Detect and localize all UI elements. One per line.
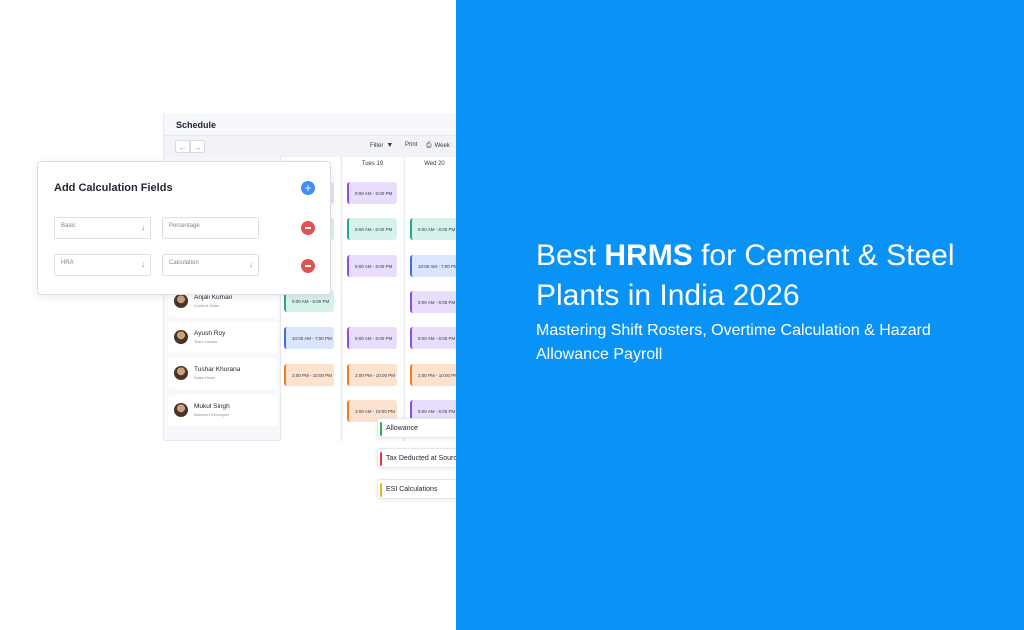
arrow-down-icon: ↓ xyxy=(141,223,145,232)
filter-button[interactable]: Filter ▼ xyxy=(370,142,393,149)
field-select-value: HRA xyxy=(61,260,74,266)
week-button[interactable]: ⎙ Week xyxy=(426,142,450,150)
employee-name: Anjali Kumari xyxy=(194,294,233,301)
field-select-value: Basic xyxy=(61,223,76,229)
shift-block[interactable]: 9:00 AM - 6:00 PM xyxy=(347,327,397,349)
shift-block[interactable]: 2:00 PM - 10:00 PM xyxy=(284,364,334,386)
add-field-button[interactable]: + xyxy=(301,181,315,195)
shift-block[interactable]: 9:00 AM - 6:00 PM xyxy=(410,291,458,313)
calculation-fields-card: Add Calculation Fields + Basic ↓ Percent… xyxy=(37,161,331,295)
remove-field-button[interactable] xyxy=(301,259,315,273)
next-arrow-icon[interactable]: → xyxy=(190,140,205,153)
employee-name: Ayush Roy xyxy=(194,330,226,337)
print-button[interactable]: Print xyxy=(405,142,417,148)
headline-bold: HRMS xyxy=(604,239,693,272)
tag-label: Allowance xyxy=(386,424,418,432)
shift-block[interactable]: 2:00 PM - 10:00 PM xyxy=(347,364,397,386)
shift-block[interactable]: 9:00 AM - 6:00 PM xyxy=(347,182,397,204)
printer-icon: ⎙ xyxy=(426,142,432,149)
avatar xyxy=(174,366,188,380)
shift-block[interactable]: 2:00 PM - 10:00 PM xyxy=(410,364,458,386)
card-title: Add Calculation Fields xyxy=(54,182,173,194)
employee-role: Backend Developer xyxy=(194,412,229,417)
prev-arrow-icon[interactable]: ← xyxy=(175,140,190,153)
type-select[interactable]: Calculation ↓ xyxy=(162,254,259,276)
tag-color-bar xyxy=(380,483,382,497)
employee-name: Tushar Khurana xyxy=(194,366,241,373)
employee-role: Content Writer xyxy=(194,303,220,308)
employee-role: Sales Head xyxy=(194,375,215,380)
illustration-area: Schedule ← → Filter ▼ Print ⎙ Week Tues … xyxy=(0,0,484,630)
shift-block[interactable]: 10:00 AM - 7:00 PM xyxy=(410,255,458,277)
employee-name: Mukul Singh xyxy=(194,403,230,410)
shift-block[interactable]: 9:00 AM - 6:00 PM xyxy=(347,218,397,240)
shift-block[interactable]: 9:00 AM - 6:00 PM xyxy=(347,255,397,277)
tag-label: ESI Calculations xyxy=(386,485,438,493)
tag-color-bar xyxy=(380,422,382,436)
employee-role: Team Leader xyxy=(194,339,218,344)
type-select-value: Calculation xyxy=(169,260,199,266)
employee-row[interactable]: Ayush Roy Team Leader xyxy=(168,322,278,353)
type-select[interactable]: Percentage xyxy=(162,217,259,239)
avatar xyxy=(174,330,188,344)
print-label: Print xyxy=(405,142,418,148)
employee-row[interactable]: Mukul Singh Backend Developer xyxy=(168,395,278,426)
avatar xyxy=(174,294,188,308)
shift-block[interactable]: 10:00 AM - 7:00 PM xyxy=(284,327,334,349)
shift-block[interactable]: 9:00 AM - 6:00 PM xyxy=(410,327,458,349)
headline-pre: Best xyxy=(536,239,605,272)
schedule-title: Schedule xyxy=(176,120,217,130)
filter-label: Filter xyxy=(370,142,384,149)
shift-block[interactable]: 9:00 AM - 6:00 PM xyxy=(410,218,458,240)
day-label-tues: Tues 19 xyxy=(361,161,384,167)
field-select[interactable]: HRA ↓ xyxy=(54,254,151,276)
tag-label: Tax Deducted at Source xyxy=(386,454,461,462)
employee-row[interactable]: Tushar Khurana Sales Head xyxy=(168,358,278,389)
filter-icon: ▼ xyxy=(386,142,394,149)
arrow-down-icon: ↓ xyxy=(141,260,145,269)
week-label: Week xyxy=(434,143,450,149)
tag-color-bar xyxy=(380,452,382,466)
arrow-down-icon: ↓ xyxy=(249,260,253,269)
hero-headline: Best HRMS for Cement & Steel Plants in I… xyxy=(536,236,1006,316)
hero-subheadline: Mastering Shift Rosters, Overtime Calcul… xyxy=(536,322,931,363)
field-select[interactable]: Basic ↓ xyxy=(54,217,151,239)
schedule-toolbar: ← → Filter ▼ Print ⎙ Week xyxy=(164,135,464,157)
type-select-value: Percentage xyxy=(169,223,200,229)
remove-field-button[interactable] xyxy=(301,221,315,235)
avatar xyxy=(174,403,188,417)
hero-panel: Best HRMS for Cement & Steel Plants in I… xyxy=(456,0,1024,630)
